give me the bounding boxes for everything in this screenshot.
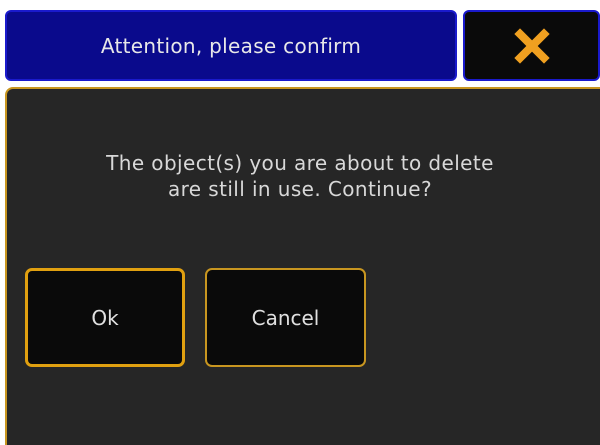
close-button[interactable] (463, 10, 600, 81)
confirm-dialog: Attention, please confirm The object(s) … (0, 0, 600, 445)
dialog-title: Attention, please confirm (100, 33, 362, 58)
message-line-2: are still in use. Continue? (167, 177, 433, 201)
dialog-body (5, 87, 600, 445)
close-icon (513, 27, 550, 64)
confirm-message: The object(s) you are about to delete ar… (0, 150, 600, 202)
ok-button[interactable]: Ok (25, 268, 185, 367)
cancel-button[interactable]: Cancel (205, 268, 366, 367)
dialog-title-bar: Attention, please confirm (5, 10, 457, 81)
message-line-1: The object(s) you are about to delete (106, 151, 494, 175)
